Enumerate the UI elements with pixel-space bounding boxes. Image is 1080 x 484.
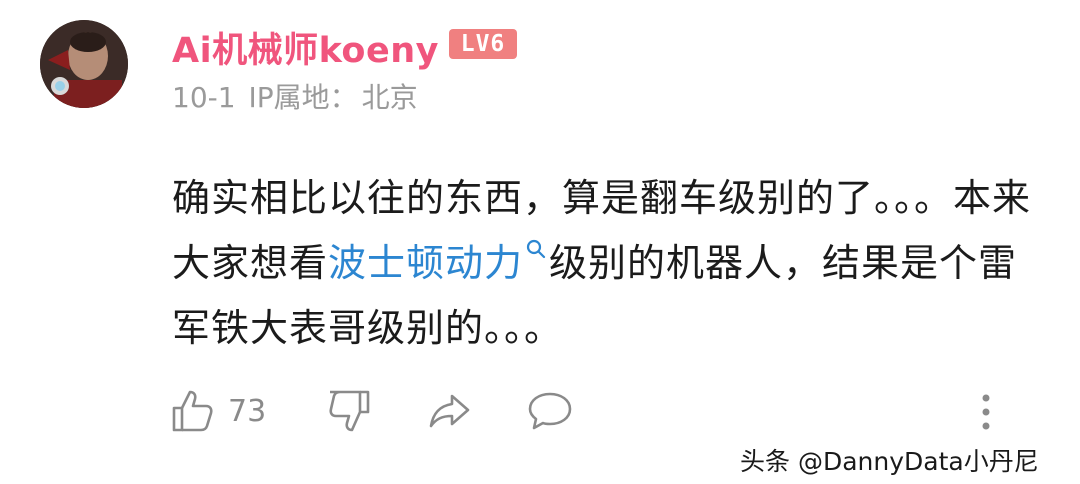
share-button[interactable] [426,388,474,434]
comment-text: 确实相比以往的东西，算是翻车级别的了。。。本来大家想看波士顿动力 级别的机器人，结… [172,166,1052,361]
dislike-button[interactable] [326,388,374,434]
comment-date: 10-1 [172,81,236,114]
more-icon [982,394,990,430]
like-button[interactable]: 73 [168,388,266,434]
comment-meta: 10-1 IP属地： 北京 [172,76,422,116]
reply-button[interactable] [526,388,574,434]
search-link[interactable]: 波士顿动力 [328,241,523,285]
username[interactable]: Ai机械师koeny [172,22,439,73]
avatar-image [40,20,128,108]
thumbs-up-icon [172,390,213,432]
ip-label: IP属地： [248,81,358,114]
level-badge: LV6 [449,29,517,59]
watermark: 头条 @DannyData小丹尼 [740,447,1039,476]
search-icon[interactable] [523,237,549,263]
user-avatar[interactable] [40,20,128,108]
share-icon [429,394,470,428]
like-count: 73 [228,393,267,429]
more-button[interactable] [975,392,997,432]
ip-location: 北京 [361,81,418,114]
thumbs-down-icon [329,390,370,432]
comment-icon [528,392,572,430]
